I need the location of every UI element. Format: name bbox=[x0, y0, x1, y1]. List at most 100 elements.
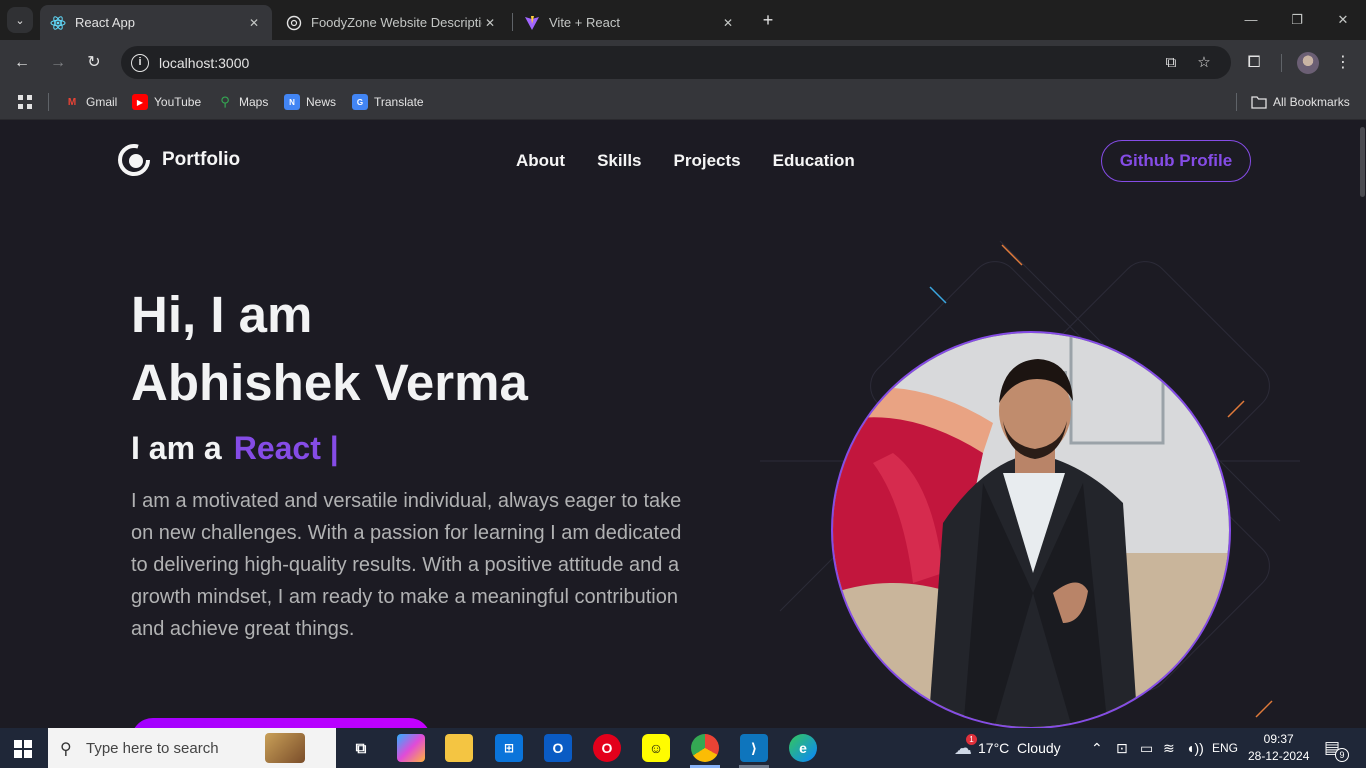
apps-grid-icon[interactable] bbox=[17, 93, 33, 111]
close-icon[interactable]: ✕ bbox=[246, 16, 262, 30]
bookmark-gmail[interactable]: M Gmail bbox=[64, 93, 118, 111]
page-scrollbar[interactable] bbox=[1358, 121, 1366, 728]
folder-icon bbox=[1251, 94, 1267, 110]
main-nav: About Skills Projects Education bbox=[516, 151, 855, 171]
task-view-icon[interactable]: ⧉ bbox=[347, 734, 375, 762]
notification-count: 9 bbox=[1335, 748, 1349, 762]
outlook-icon[interactable]: O bbox=[544, 734, 572, 762]
show-hidden-icons-chevron-icon[interactable]: ⌃ bbox=[1091, 728, 1103, 768]
chevron-down-icon: ⌄ bbox=[15, 14, 25, 27]
bookmark-star-icon[interactable]: ☆ bbox=[1194, 53, 1214, 73]
copilot-icon[interactable] bbox=[397, 734, 425, 762]
back-arrow-icon[interactable]: ← bbox=[9, 50, 35, 76]
install-app-icon[interactable]: ⧉ bbox=[1161, 53, 1181, 73]
battery-icon[interactable]: ▭ bbox=[1140, 728, 1153, 768]
tab-vite-react[interactable]: Vite + React ✕ bbox=[514, 5, 746, 40]
notifications-icon[interactable]: ▤ 9 bbox=[1324, 728, 1349, 768]
chrome-icon[interactable] bbox=[691, 734, 719, 762]
opera-icon[interactable]: O bbox=[593, 734, 621, 762]
gmail-icon: M bbox=[67, 96, 77, 108]
vscode-icon[interactable]: ⟩ bbox=[740, 734, 768, 762]
microsoft-store-icon[interactable]: ⊞ bbox=[495, 734, 523, 762]
browser-tab-strip: ⌄ React App ✕ FoodyZone Website Descript… bbox=[0, 0, 1366, 40]
file-explorer-icon[interactable] bbox=[445, 734, 473, 762]
site-logo[interactable]: Portfolio bbox=[117, 143, 240, 177]
nav-link-projects[interactable]: Projects bbox=[674, 151, 741, 171]
site-info-icon[interactable]: i bbox=[131, 53, 149, 72]
translate-icon: G bbox=[352, 94, 368, 110]
scrollbar-thumb[interactable] bbox=[1360, 127, 1365, 197]
tab-react-app[interactable]: React App ✕ bbox=[40, 5, 272, 40]
input-language[interactable]: ENG bbox=[1212, 728, 1238, 768]
tab-title: FoodyZone Website Description bbox=[311, 15, 482, 30]
snapchat-icon[interactable]: ☺ bbox=[642, 734, 670, 762]
hero-greeting: Hi, I am bbox=[131, 286, 313, 343]
tab-foodyzone[interactable]: FoodyZone Website Description ✕ bbox=[276, 5, 508, 40]
github-profile-button[interactable]: Github Profile bbox=[1101, 140, 1251, 182]
more-menu-icon[interactable]: ⋮ bbox=[1332, 52, 1354, 74]
bookmarks-bar: M Gmail ▶ YouTube ⚲ Maps N News G Transl… bbox=[0, 85, 1366, 120]
news-icon: N bbox=[284, 94, 300, 110]
tab-title: Vite + React bbox=[549, 15, 620, 30]
clock[interactable]: 09:37 28-12-2024 bbox=[1248, 728, 1309, 768]
wifi-icon[interactable]: ≋ bbox=[1163, 728, 1175, 768]
weather-widget[interactable]: ☁ 1 17°C Cloudy bbox=[954, 728, 1061, 768]
url-text: localhost:3000 bbox=[159, 54, 250, 71]
bookmark-separator bbox=[48, 93, 49, 111]
window-close-icon[interactable]: ✕ bbox=[1331, 8, 1355, 32]
clock-date: 28-12-2024 bbox=[1248, 749, 1310, 763]
hero-role-typewriter: React | bbox=[233, 430, 339, 466]
edge-icon[interactable]: e bbox=[789, 734, 817, 762]
nav-link-about[interactable]: About bbox=[516, 151, 565, 171]
browser-toolbar: ← → ↻ i localhost:3000 ⧉ ☆ ⧠ ⋮ bbox=[0, 40, 1366, 85]
search-icon: ⚲ bbox=[60, 741, 72, 758]
taskbar-search-box[interactable]: ⚲ Type here to search bbox=[48, 728, 336, 768]
nav-link-education[interactable]: Education bbox=[773, 151, 855, 171]
logo-text: Portfolio bbox=[162, 149, 241, 170]
youtube-icon: ▶ bbox=[132, 94, 148, 110]
bookmark-separator bbox=[1236, 93, 1237, 111]
new-tab-plus-icon[interactable]: + bbox=[758, 10, 778, 30]
profile-avatar[interactable] bbox=[1297, 52, 1319, 74]
openai-icon bbox=[286, 15, 302, 31]
search-highlight-icon bbox=[264, 733, 305, 763]
weather-text: 17°C Cloudy bbox=[978, 740, 1061, 756]
extensions-puzzle-icon[interactable]: ⧠ bbox=[1243, 52, 1265, 74]
weather-badge: 1 bbox=[966, 733, 977, 745]
close-icon[interactable]: ✕ bbox=[482, 16, 498, 30]
hero-title: Hi, I am Abhishek Verma bbox=[131, 281, 528, 417]
hero-role-line: I am a React | bbox=[131, 430, 339, 467]
reload-icon[interactable]: ↻ bbox=[81, 50, 107, 76]
hero-name: Abhishek Verma bbox=[131, 354, 528, 411]
profile-photo bbox=[831, 331, 1231, 728]
windows-start-icon[interactable] bbox=[14, 740, 32, 758]
portfolio-page: Portfolio About Skills Projects Educatio… bbox=[0, 121, 1366, 728]
logo-mark-icon bbox=[118, 144, 150, 176]
nav-link-skills[interactable]: Skills bbox=[597, 151, 641, 171]
meet-now-icon[interactable]: ⊡ bbox=[1116, 728, 1128, 768]
volume-icon[interactable]: ◖)) bbox=[1186, 728, 1204, 768]
tab-search-button[interactable]: ⌄ bbox=[7, 7, 33, 33]
minimize-icon[interactable]: — bbox=[1239, 8, 1263, 32]
hero-role-lead: I am a bbox=[131, 430, 222, 466]
cloud-icon: ☁ 1 bbox=[954, 733, 977, 759]
bookmark-translate[interactable]: G Translate bbox=[352, 93, 424, 111]
react-icon bbox=[50, 15, 66, 31]
restore-icon[interactable]: ❐ bbox=[1285, 8, 1309, 32]
tab-title: React App bbox=[75, 15, 135, 30]
taskbar-search-placeholder: Type here to search bbox=[86, 739, 219, 757]
hero-description: I am a motivated and versatile individua… bbox=[131, 490, 682, 640]
all-bookmarks[interactable]: All Bookmarks bbox=[1251, 93, 1350, 111]
windows-taskbar: ⚲ Type here to search ⧉ ⊞ O O ☺ ⟩ e ☁ 1 1… bbox=[0, 728, 1366, 768]
bookmark-news[interactable]: N News bbox=[284, 93, 336, 111]
bookmark-maps[interactable]: ⚲ Maps bbox=[217, 93, 268, 111]
vite-icon bbox=[524, 15, 540, 31]
maps-icon: ⚲ bbox=[220, 94, 230, 109]
bookmark-youtube[interactable]: ▶ YouTube bbox=[132, 93, 201, 111]
clock-time: 09:37 bbox=[1263, 732, 1294, 746]
resume-button[interactable] bbox=[131, 718, 431, 728]
address-bar[interactable]: i localhost:3000 ⧉ ☆ bbox=[121, 46, 1231, 79]
close-icon[interactable]: ✕ bbox=[720, 16, 736, 30]
forward-arrow-icon[interactable]: → bbox=[45, 50, 71, 76]
tab-separator bbox=[512, 13, 513, 31]
